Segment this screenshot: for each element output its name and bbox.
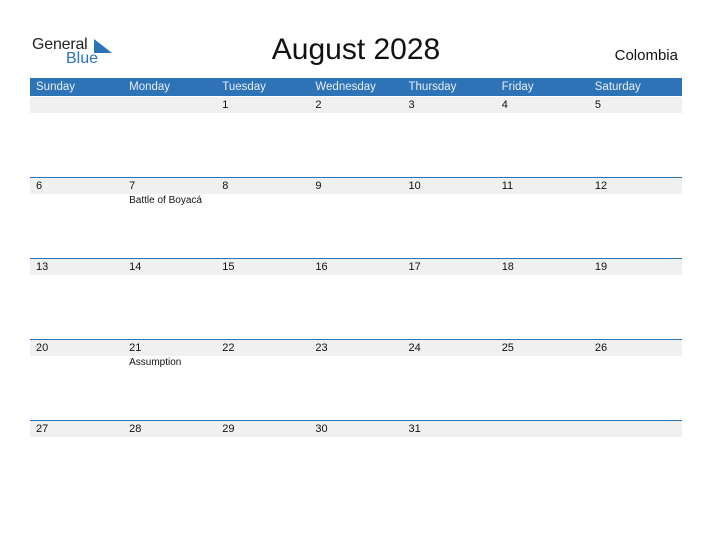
day-number: 8	[222, 180, 229, 192]
day-cell: 1	[216, 97, 309, 178]
day-cell	[496, 421, 589, 502]
week-row: 27 28 29 30 31	[30, 420, 682, 502]
day-number: 9	[315, 180, 322, 192]
day-number: 4	[501, 99, 508, 111]
day-cell: 23	[309, 340, 402, 421]
weekday-friday: Friday	[501, 81, 534, 93]
day-cell: 18	[496, 259, 589, 340]
day-cell: 31	[403, 421, 496, 502]
week-row: 1 2 3 4 5	[30, 97, 682, 178]
day-number: 12	[594, 180, 608, 192]
day-number: 1	[222, 99, 229, 111]
day-number: 29	[222, 423, 235, 435]
day-number: 15	[222, 261, 235, 273]
week-row: 6 7 Battle of Boyacá 8 9 10 11 12	[30, 177, 682, 259]
weekday-thursday: Thursday	[408, 81, 457, 93]
day-number: 27	[36, 423, 49, 435]
day-number: 28	[129, 423, 142, 435]
weekday-monday: Monday	[129, 81, 171, 93]
day-number: 22	[222, 342, 235, 354]
day-number: 16	[315, 261, 328, 273]
day-cell: 7 Battle of Boyacá	[123, 178, 216, 259]
day-number: 13	[36, 261, 49, 273]
weekday-sunday: Sunday	[36, 81, 76, 93]
day-number: 18	[501, 261, 514, 273]
day-number: 26	[594, 342, 608, 354]
day-number: 20	[36, 342, 49, 354]
week-row: 13 14 15 16 17 18 19	[30, 258, 682, 340]
day-cell: 8	[216, 178, 309, 259]
day-cell: 26	[589, 340, 682, 421]
week-row: 20 21 Assumption 22 23 24 25 26	[30, 339, 682, 421]
day-cell: 3	[403, 97, 496, 178]
day-cell: 10	[403, 178, 496, 259]
day-cell: 28	[123, 421, 216, 502]
day-cell: 21 Assumption	[123, 340, 216, 421]
weekday-header: Sunday Monday Tuesday Wednesday Thursday…	[30, 78, 682, 96]
day-cell: 9	[309, 178, 402, 259]
day-number: 19	[594, 261, 608, 273]
day-cell: 13	[30, 259, 123, 340]
day-cell: 14	[123, 259, 216, 340]
page-title: August 2028	[271, 33, 441, 66]
day-cell	[589, 421, 682, 502]
day-cell: 27	[30, 421, 123, 502]
day-number: 6	[36, 180, 43, 192]
day-cell: 29	[216, 421, 309, 502]
day-number: 31	[408, 423, 421, 435]
day-number: 2	[315, 99, 322, 111]
day-cell: 24	[403, 340, 496, 421]
day-cell: 4	[496, 97, 589, 178]
day-number: 5	[594, 99, 601, 111]
day-number: 21	[129, 342, 142, 354]
day-cell: 20	[30, 340, 123, 421]
day-cell: 5	[589, 97, 682, 178]
day-cell: 2	[309, 97, 402, 178]
holiday-label: Assumption	[129, 357, 182, 368]
day-cell: 22	[216, 340, 309, 421]
day-cell: 25	[496, 340, 589, 421]
day-cell: 30	[309, 421, 402, 502]
day-cell: 12	[589, 178, 682, 259]
day-cell: 19	[589, 259, 682, 340]
day-number: 3	[408, 99, 415, 111]
holiday-label: Battle of Boyacá	[129, 195, 202, 206]
weekday-wednesday: Wednesday	[315, 81, 376, 93]
country-label: Colombia	[614, 47, 678, 64]
weekday-tuesday: Tuesday	[222, 81, 266, 93]
day-cell: 15	[216, 259, 309, 340]
day-number: 23	[315, 342, 328, 354]
day-number: 14	[129, 261, 142, 273]
day-cell: 6	[30, 178, 123, 259]
day-number: 10	[408, 180, 421, 192]
day-cell: 17	[403, 259, 496, 340]
day-number: 11	[501, 180, 514, 192]
day-number: 30	[315, 423, 328, 435]
day-number: 7	[129, 180, 136, 192]
day-number: 25	[501, 342, 514, 354]
day-number: 17	[408, 261, 421, 273]
day-cell	[123, 97, 216, 178]
weekday-saturday: Saturday	[594, 81, 641, 93]
day-cell: 16	[309, 259, 402, 340]
day-cell: 11	[496, 178, 589, 259]
day-number: 24	[408, 342, 421, 354]
day-cell	[30, 97, 123, 178]
